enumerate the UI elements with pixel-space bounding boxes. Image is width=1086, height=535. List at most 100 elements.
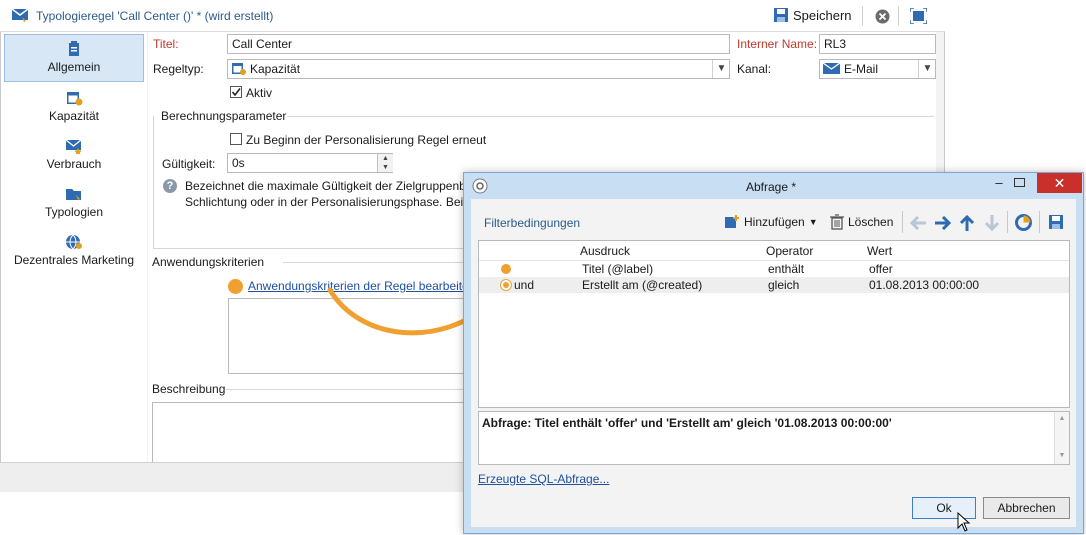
- arrow-up-icon[interactable]: [960, 214, 974, 232]
- arrow-right-icon[interactable]: [934, 216, 952, 230]
- ruletype-select[interactable]: Kapazität: [227, 59, 730, 79]
- sidebar-item-label: Allgemein: [47, 60, 101, 74]
- sidebar-item-label: Dezentrales Marketing: [13, 253, 135, 267]
- window-title: Typologieregel 'Call Center ()' * (wird …: [36, 9, 274, 23]
- channel-value: E-Mail: [844, 62, 879, 76]
- row-value: 01.08.2013 00:00:00: [869, 278, 980, 292]
- info-text-line1: Bezeichnet die maximale Gültigkeit der Z…: [185, 179, 466, 193]
- add-label: Hinzufügen: [744, 215, 805, 229]
- calendar-icon: [232, 63, 246, 75]
- group-divider: [283, 262, 463, 263]
- table-row[interactable]: und Erstellt am (@created) gleich 01.08.…: [479, 277, 1069, 293]
- row-expression: Erstellt am (@created): [582, 278, 703, 292]
- internal-name-label: Interner Name:: [737, 37, 818, 51]
- floppy-icon: [774, 8, 788, 22]
- column-header-value: Wert: [867, 244, 893, 258]
- toolbar-divider: [862, 6, 863, 26]
- maximize-icon[interactable]: [1014, 178, 1025, 187]
- mail-icon: [823, 63, 841, 74]
- minimize-icon[interactable]: –: [990, 173, 1008, 193]
- delete-button[interactable]: Löschen: [830, 214, 893, 230]
- validity-field[interactable]: 0s: [227, 153, 393, 173]
- description-label: Beschreibung: [152, 382, 226, 396]
- criteria-group-label: Anwendungskriterien: [152, 255, 265, 269]
- group-divider: [153, 248, 463, 249]
- sidebar-item-label: Kapazität: [48, 109, 100, 123]
- tab-filterbedingungen[interactable]: Filterbedingungen: [484, 216, 580, 230]
- column-header-operator: Operator: [766, 244, 814, 258]
- query-app-icon: [472, 178, 488, 194]
- sql-query-link[interactable]: Erzeugte SQL-Abfrage...: [478, 472, 609, 486]
- chevron-down-icon: ▼: [808, 217, 818, 227]
- chevron-down-icon[interactable]: ▼: [712, 60, 730, 78]
- globe-icon: [66, 234, 82, 250]
- ruletype-label: Regeltyp:: [153, 62, 204, 76]
- condition-dot: [501, 264, 511, 274]
- toolbar-divider: [1039, 211, 1040, 233]
- folder-icon: [66, 189, 81, 200]
- row-expression: Titel (@label): [582, 262, 654, 276]
- arrow-down-icon[interactable]: [985, 214, 999, 232]
- sidebar-item-dezentrales-marketing[interactable]: Dezentrales Marketing: [4, 228, 144, 276]
- save-label: Speichern: [793, 7, 852, 23]
- reapply-label: Zu Beginn der Personalisierung Regel ern…: [246, 133, 487, 147]
- window-title-bar: Typologieregel 'Call Center ()' * (wird …: [0, 0, 945, 32]
- floppy-icon[interactable]: [1048, 214, 1064, 230]
- sidebar-item-verbrauch[interactable]: Verbrauch: [4, 132, 144, 180]
- arrow-left-icon[interactable]: [909, 216, 927, 230]
- toolbar-divider: [1007, 211, 1008, 233]
- title-label: Titel:: [153, 37, 179, 51]
- toolbar-divider: [898, 6, 899, 26]
- row-operator: gleich: [768, 278, 800, 292]
- validity-spinner[interactable]: ▲ ▼: [377, 154, 393, 172]
- calendar-icon: [67, 92, 83, 106]
- sidebar: Allgemein Kapazität Verbrauch Typologien…: [1, 32, 147, 462]
- column-header-expression: Ausdruck: [580, 244, 631, 258]
- cancel-button[interactable]: Abbrechen: [983, 497, 1070, 519]
- sidebar-item-kapazitaet[interactable]: Kapazität: [4, 84, 144, 132]
- checkmark-icon: [231, 88, 241, 97]
- toolbar-divider: [902, 211, 903, 233]
- sidebar-item-allgemein[interactable]: Allgemein: [4, 34, 144, 82]
- ruletype-value: Kapazität: [250, 62, 301, 76]
- query-summary-box: Abfrage: Titel enthält 'offer' und 'Erst…: [478, 411, 1070, 465]
- active-label: Aktiv: [246, 86, 273, 100]
- title-field[interactable]: Call Center: [227, 34, 730, 54]
- table-row[interactable]: Titel (@label) enthält offer: [479, 261, 1069, 277]
- add-button[interactable]: Hinzufügen ▼: [724, 214, 818, 230]
- query-summary-text: Abfrage: Titel enthält 'offer' und 'Erst…: [482, 416, 892, 430]
- sidebar-item-typologien[interactable]: Typologien: [4, 180, 144, 228]
- description-textarea[interactable]: [152, 402, 463, 462]
- delete-label: Löschen: [848, 215, 894, 229]
- trash-icon: [830, 214, 844, 230]
- criteria-status-dot: [228, 279, 243, 294]
- cancel-circle-icon[interactable]: [875, 9, 890, 24]
- internal-name-field[interactable]: RL3: [819, 34, 936, 54]
- refresh-chart-icon[interactable]: [1015, 214, 1032, 231]
- group-divider: [287, 116, 934, 117]
- sidebar-item-label: Verbrauch: [46, 157, 102, 171]
- fullscreen-icon[interactable]: [910, 8, 927, 24]
- group-divider: [226, 389, 463, 390]
- channel-label: Kanal:: [737, 62, 772, 76]
- dialog-title: Abfrage *: [746, 180, 797, 194]
- mail-star-icon: [65, 139, 82, 154]
- active-checkbox[interactable]: [230, 86, 242, 98]
- info-icon: ?: [163, 179, 177, 193]
- sidebar-item-label: Typologien: [44, 205, 104, 219]
- close-icon[interactable]: ✕: [1037, 173, 1082, 193]
- validity-label: Gültigkeit:: [162, 157, 216, 171]
- query-scrollbar[interactable]: ▲ ▼: [1054, 412, 1069, 464]
- row-prefix: und: [514, 278, 535, 292]
- group-divider: [153, 116, 154, 248]
- typology-rule-icon: [12, 9, 29, 22]
- clipboard-icon: [69, 41, 79, 56]
- reapply-checkbox[interactable]: [230, 133, 242, 145]
- calc-group-label: Berechnungsparameter: [161, 109, 287, 123]
- add-condition-icon: [725, 215, 739, 228]
- save-button[interactable]: Speichern: [773, 7, 852, 23]
- chevron-down-icon[interactable]: ▼: [918, 60, 936, 78]
- mouse-pointer-icon: [957, 512, 971, 532]
- condition-and-icon: [500, 279, 512, 291]
- info-text-line2: Schlichtung oder in der Personalisierung…: [185, 195, 474, 209]
